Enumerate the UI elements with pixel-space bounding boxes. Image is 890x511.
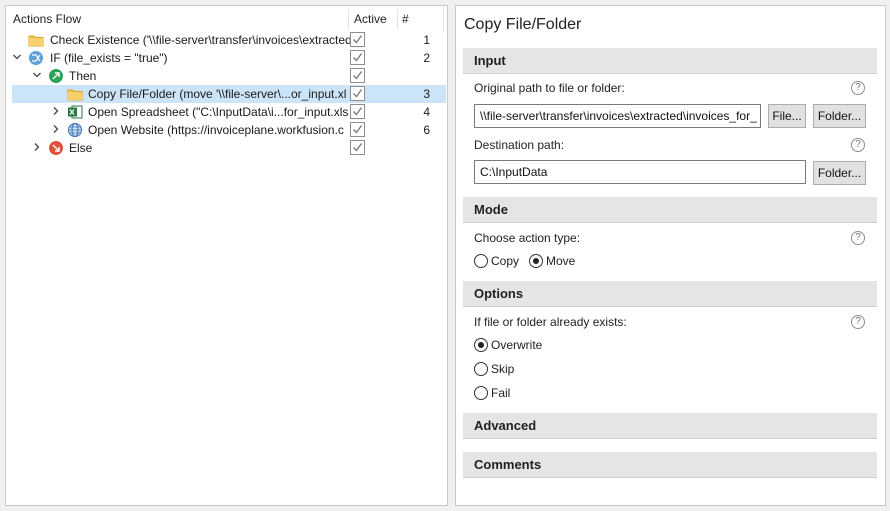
tree-row-label: Open Spreadsheet ("C:\InputData\i...for_… xyxy=(88,105,349,119)
active-checkbox[interactable] xyxy=(350,86,365,101)
then-branch-icon xyxy=(48,68,64,84)
tree-row-open-website[interactable]: Open Website (https://invoiceplane.workf… xyxy=(6,121,447,139)
chevron-right-icon[interactable] xyxy=(51,106,61,118)
radio-move[interactable] xyxy=(529,254,543,268)
column-header-number[interactable]: # xyxy=(402,6,409,32)
tree-row-check-existence[interactable]: Check Existence ('\\file-server\transfer… xyxy=(6,31,447,49)
tree-row-label: Open Website (https://invoiceplane.workf… xyxy=(88,123,344,137)
active-checkbox[interactable] xyxy=(350,122,365,137)
radio-overwrite[interactable] xyxy=(474,338,488,352)
radio-overwrite-label[interactable]: Overwrite xyxy=(491,338,542,352)
help-icon[interactable]: ? xyxy=(851,231,865,245)
active-checkbox[interactable] xyxy=(350,68,365,83)
destination-path-label: Destination path: xyxy=(474,138,565,152)
section-header-label: Input xyxy=(474,53,506,68)
already-exists-label: If file or folder already exists: xyxy=(474,315,627,329)
destination-browse-folder-button[interactable]: Folder... xyxy=(813,161,866,185)
section-header-label: Advanced xyxy=(474,418,537,433)
browse-folder-button[interactable]: Folder... xyxy=(813,104,866,128)
tree-row-label: Check Existence ('\\file-server\transfer… xyxy=(50,33,350,47)
radio-fail[interactable] xyxy=(474,386,488,400)
column-divider xyxy=(443,6,444,32)
radio-move-label[interactable]: Move xyxy=(546,254,575,268)
row-number: 4 xyxy=(423,105,430,119)
properties-panel: Copy File/Folder Input Original path to … xyxy=(455,5,886,506)
row-number: 3 xyxy=(423,87,430,101)
tree-row-else[interactable]: Else xyxy=(6,139,447,157)
tree-row-copy-file-folder[interactable]: Copy File/Folder (move '\\file-server\..… xyxy=(12,85,446,103)
tree-row-label: Then xyxy=(69,69,97,83)
chevron-right-icon[interactable] xyxy=(32,142,42,154)
section-header-advanced[interactable]: Advanced xyxy=(463,413,877,439)
browse-file-button[interactable]: File... xyxy=(768,104,806,128)
destination-path-input[interactable]: C:\InputData xyxy=(474,160,806,184)
action-type-label: Choose action type: xyxy=(474,231,581,245)
row-number: 6 xyxy=(423,123,430,137)
section-header-label: Mode xyxy=(474,202,508,217)
tree-row-label: Else xyxy=(69,141,93,155)
radio-skip-label[interactable]: Skip xyxy=(491,362,514,376)
original-path-label: Original path to file or folder: xyxy=(474,81,625,95)
row-number: 2 xyxy=(423,51,430,65)
column-header-active[interactable]: Active xyxy=(354,6,387,32)
help-icon[interactable]: ? xyxy=(851,81,865,95)
active-checkbox[interactable] xyxy=(350,32,365,47)
section-header-input[interactable]: Input xyxy=(463,48,877,74)
radio-copy-label[interactable]: Copy xyxy=(491,254,519,268)
radio-fail-label[interactable]: Fail xyxy=(491,386,510,400)
chevron-right-icon[interactable] xyxy=(51,124,61,136)
folder-icon xyxy=(28,32,44,48)
if-condition-icon xyxy=(28,50,44,66)
folder-icon xyxy=(67,86,83,102)
actions-flow-panel: Actions Flow Active # Check Existence ('… xyxy=(5,5,448,506)
radio-copy[interactable] xyxy=(474,254,488,268)
section-header-label: Comments xyxy=(474,457,542,472)
tree-row-then[interactable]: Then xyxy=(6,67,447,85)
help-icon[interactable]: ? xyxy=(851,315,865,329)
section-header-label: Options xyxy=(474,286,524,301)
tree-row-label: Copy File/Folder (move '\\file-server\..… xyxy=(88,87,347,101)
tree-header: Actions Flow Active # xyxy=(6,6,447,32)
active-checkbox[interactable] xyxy=(350,104,365,119)
else-branch-icon xyxy=(48,140,64,156)
tree-row-label: IF (file_exists = "true") xyxy=(50,51,168,65)
column-header-actions-flow[interactable]: Actions Flow xyxy=(13,6,81,32)
panel-title: Copy File/Folder xyxy=(464,16,582,33)
tree-row-if[interactable]: IF (file_exists = "true") 2 xyxy=(6,49,447,67)
section-header-options[interactable]: Options xyxy=(463,281,877,307)
tree-row-open-spreadsheet[interactable]: Open Spreadsheet ("C:\InputData\i...for_… xyxy=(6,103,447,121)
active-checkbox[interactable] xyxy=(350,50,365,65)
chevron-down-icon[interactable] xyxy=(12,52,22,64)
globe-icon xyxy=(67,122,83,138)
section-header-mode[interactable]: Mode xyxy=(463,197,877,223)
active-checkbox[interactable] xyxy=(350,140,365,155)
row-number: 1 xyxy=(423,33,430,47)
help-icon[interactable]: ? xyxy=(851,138,865,152)
chevron-down-icon[interactable] xyxy=(32,70,42,82)
column-divider xyxy=(397,9,398,29)
column-divider xyxy=(348,9,349,29)
section-header-comments[interactable]: Comments xyxy=(463,452,877,478)
excel-icon xyxy=(67,104,83,120)
radio-skip[interactable] xyxy=(474,362,488,376)
original-path-input[interactable]: \\file-server\transfer\invoices\extracte… xyxy=(474,104,761,128)
